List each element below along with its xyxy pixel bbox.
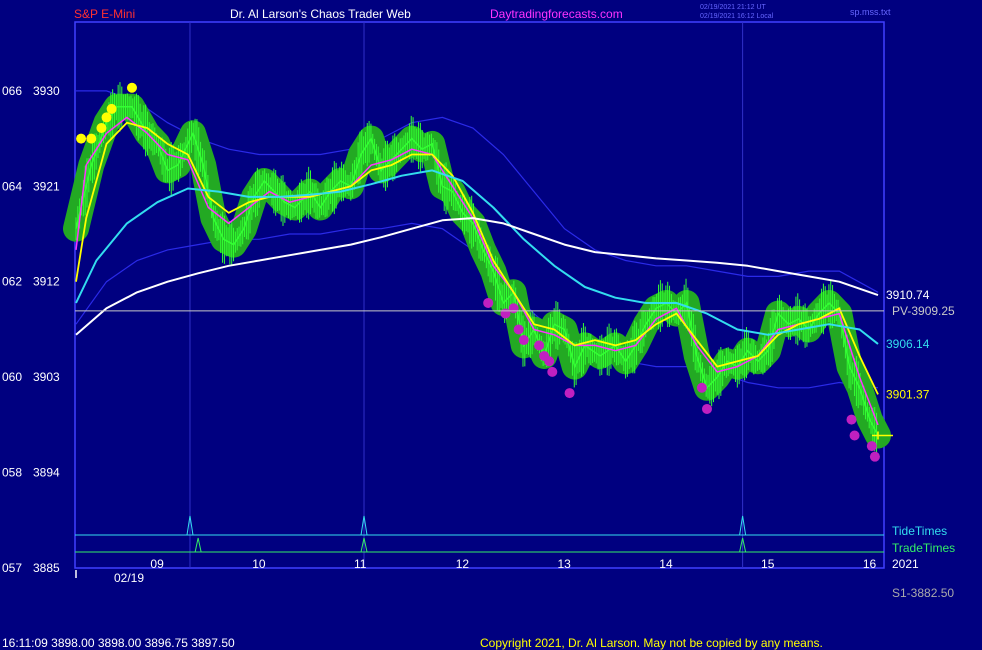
y-tick-left-label: 057	[2, 561, 22, 575]
y-tick-right-label: 3885	[33, 561, 60, 575]
y-tick-left-label: 066	[2, 84, 22, 98]
high-dot	[86, 133, 97, 144]
x-tick-label: 12	[456, 557, 470, 571]
low-dot	[846, 414, 857, 425]
low-dot	[547, 366, 558, 377]
x-tick-label: 15	[761, 557, 775, 571]
low-dot	[849, 430, 860, 441]
low-dot	[869, 451, 880, 462]
low-dot	[866, 441, 877, 452]
low-dot	[701, 403, 712, 414]
y-tick-right-label: 3921	[33, 179, 60, 193]
high-dot	[126, 82, 137, 93]
low-dot	[508, 303, 519, 314]
site-title: Dr. Al Larson's Chaos Trader Web	[230, 7, 411, 21]
high-dot	[76, 133, 87, 144]
high-dot	[106, 103, 117, 114]
pivot-label: PV-3909.25	[892, 304, 955, 318]
date-label: 02/19	[114, 571, 144, 585]
high-dot	[96, 123, 107, 134]
time-ut: 02/19/2021 21:12 UT	[700, 4, 766, 11]
y-tick-right-label: 3912	[33, 275, 60, 289]
low-dot	[513, 324, 524, 335]
low-dot	[564, 388, 575, 399]
quote-readout: 16:11:09 3898.00 3898.00 3896.75 3897.50	[2, 636, 235, 650]
x-tick-label: 13	[558, 557, 572, 571]
y-tick-left-label: 060	[2, 370, 22, 384]
y-tick-left-label: 064	[2, 179, 22, 193]
low-dot	[534, 340, 545, 351]
y-tick-left-label: 062	[2, 275, 22, 289]
site-link[interactable]: Daytradingforecasts.com	[490, 7, 623, 21]
y-tick-right-label: 3903	[33, 370, 60, 384]
y-tick-left-label: 058	[2, 466, 22, 480]
high-dot	[101, 112, 112, 123]
ma-value-label: 3901.37	[886, 387, 930, 401]
low-dot	[544, 356, 555, 367]
support-label: S1-3882.50	[892, 586, 954, 600]
x-tick-label: 14	[659, 557, 673, 571]
time-local: 02/19/2021 16:12 Local	[700, 13, 774, 20]
low-dot	[483, 297, 494, 308]
ma-value-label: 3906.14	[886, 337, 930, 351]
y-tick-right-label: 3930	[33, 84, 60, 98]
x-tick-label: 10	[252, 557, 266, 571]
low-dot	[696, 382, 707, 393]
symbol-title: S&P E-Mini	[74, 7, 135, 21]
year-label: 2021	[892, 557, 919, 571]
tide-times-label: TideTimes	[892, 524, 947, 538]
file-tag: sp.mss.txt	[850, 7, 891, 17]
trade-times-label: TradeTimes	[892, 541, 955, 555]
copyright: Copyright 2021, Dr. Al Larson. May not b…	[480, 636, 823, 650]
x-tick-label: 11	[354, 557, 367, 571]
x-tick-label: 09	[150, 557, 164, 571]
chart-canvas: S&P E-Mini Dr. Al Larson's Chaos Trader …	[0, 0, 982, 650]
low-dot	[518, 335, 529, 346]
x-tick-label: 16	[863, 557, 877, 571]
y-tick-right-label: 3894	[33, 466, 60, 480]
ma-value-label: 3910.74	[886, 288, 930, 302]
